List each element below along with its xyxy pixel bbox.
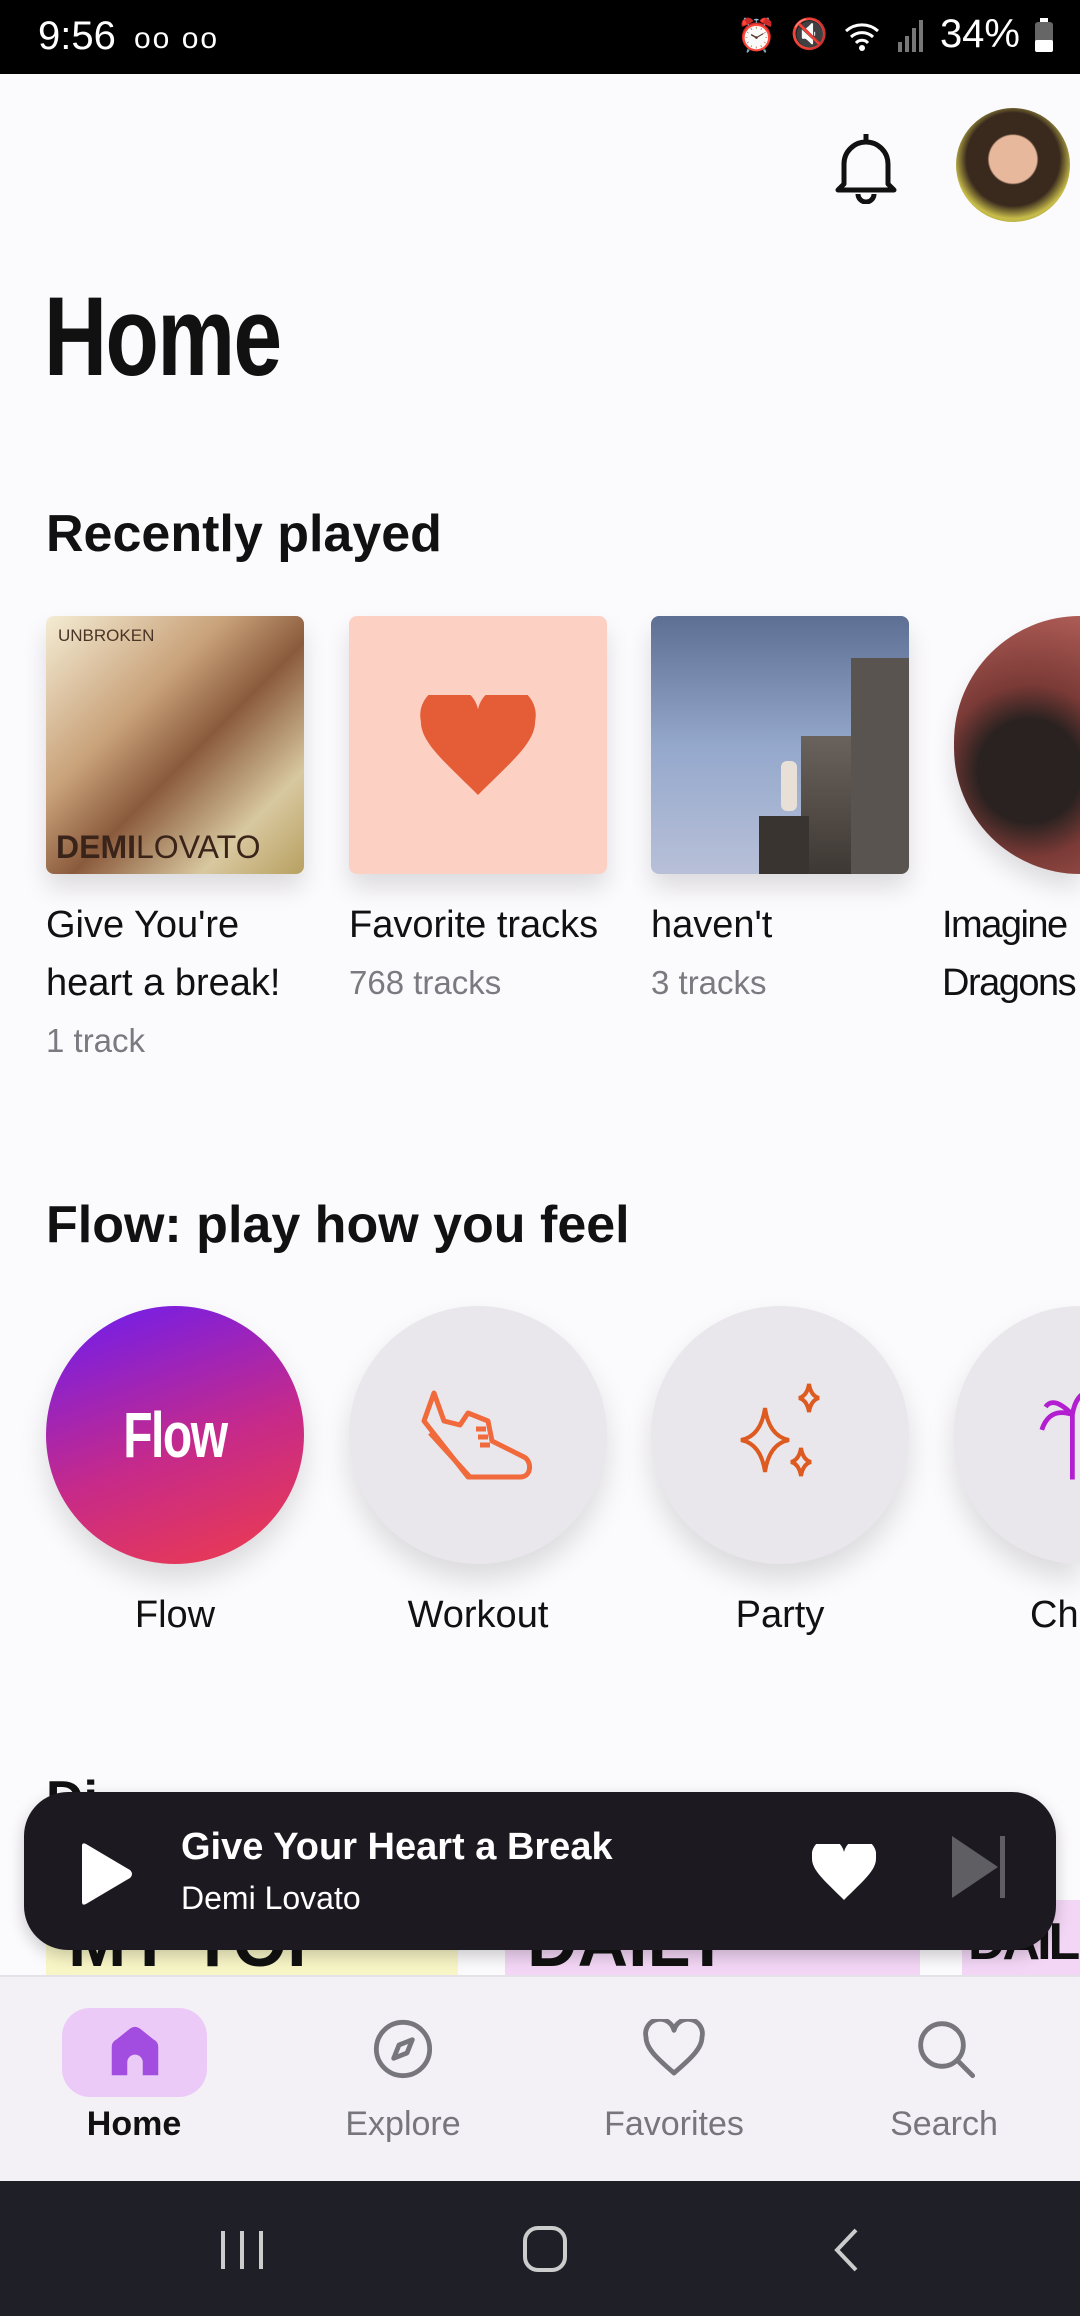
nav-label: Explore (345, 2105, 461, 2143)
mood-party[interactable]: Party (651, 1306, 909, 1637)
nav-label: Favorites (604, 2105, 744, 2143)
battery-percent: 34% (939, 12, 1020, 56)
status-bar: 9:56 oo oo ⏰ 🔇 34% (0, 0, 1080, 74)
voicemail-icon: oo oo (134, 22, 220, 55)
album-logo-artist: DEMILOVATO (56, 829, 261, 865)
avatar[interactable] (956, 108, 1070, 222)
system-nav-bar (0, 2181, 1080, 2316)
player-artist: Demi Lovato (181, 1880, 361, 1916)
mood-chill[interactable]: Ch (954, 1306, 1080, 1637)
card-title: haven't (651, 904, 773, 946)
favorite-heart-icon[interactable] (812, 1844, 876, 1900)
mood-circle (651, 1306, 909, 1564)
mood-label: Workout (407, 1594, 549, 1636)
mood-flow[interactable]: Flow Flow (46, 1306, 304, 1637)
mute-icon: 🔇 (790, 18, 828, 51)
wifi-icon (844, 22, 879, 51)
card-subtitle: 1 track (46, 1022, 146, 1059)
card-title: Favorite tracks (349, 904, 599, 946)
recent-apps-icon[interactable] (218, 2229, 268, 2271)
recent-card[interactable]: UNBROKEN DEMILOVATO Give You're heart a b… (46, 616, 304, 1070)
sparkles-icon (740, 1383, 820, 1477)
nav-label: Home (86, 2105, 182, 2143)
bottom-nav: Home Explore Favorites Search (0, 1975, 1080, 2181)
status-time: 9:56 (38, 14, 116, 58)
sneaker-icon (421, 1390, 532, 1480)
nav-favorites[interactable]: Favorites (564, 1977, 784, 2177)
nav-search[interactable]: Search (834, 1977, 1054, 2177)
card-subtitle: 3 tracks (651, 964, 767, 1001)
search-icon (918, 2021, 976, 2079)
compass-icon (373, 2019, 433, 2079)
recent-card[interactable]: haven't 3 tracks (651, 616, 909, 1012)
flow-circle: Flow (46, 1306, 304, 1564)
mood-circle (349, 1306, 607, 1564)
album-art: UNBROKEN DEMILOVATO (46, 616, 304, 874)
mood-label: Flow (134, 1594, 216, 1636)
nav-label: Search (890, 2105, 998, 2143)
artist-image (954, 616, 1080, 874)
mood-circle (954, 1306, 1080, 1564)
favorite-tracks-art (349, 616, 607, 874)
skip-next-icon[interactable] (950, 1834, 1010, 1900)
nav-home[interactable]: Home (24, 1977, 244, 2177)
mood-label: Ch (1030, 1594, 1079, 1636)
mood-workout[interactable]: Workout (349, 1306, 607, 1637)
mood-label: Party (735, 1594, 825, 1636)
section-heading-flow: Flow: play how you feel (46, 1196, 630, 1254)
nav-explore[interactable]: Explore (293, 1977, 513, 2177)
page-title: Home (44, 274, 282, 399)
home-button-icon[interactable] (522, 2225, 568, 2273)
bell-icon[interactable] (830, 128, 902, 204)
flow-logo: Flow (123, 1399, 228, 1471)
play-icon[interactable] (78, 1842, 134, 1906)
heart-outline-icon (643, 2019, 705, 2076)
album-logo-text: UNBROKEN (58, 626, 155, 645)
alarm-icon: ⏰ (736, 16, 777, 53)
home-icon (111, 2026, 159, 2076)
back-icon[interactable] (832, 2227, 862, 2273)
battery-icon (1035, 17, 1053, 52)
card-title: Give You're heart a break! (46, 904, 281, 1004)
palm-tree-icon (1039, 1393, 1080, 1480)
player-title: Give Your Heart a Break (181, 1826, 613, 1868)
section-heading-recently-played: Recently played (46, 505, 442, 563)
heart-icon (420, 695, 536, 795)
recent-card[interactable] (954, 616, 1080, 874)
card-subtitle: 768 tracks (349, 964, 502, 1001)
album-art (651, 616, 909, 874)
mini-player[interactable]: Give Your Heart a Break Demi Lovato (24, 1792, 1056, 1950)
card-title: Imagine Dragons (942, 904, 1077, 1004)
signal-icon (897, 19, 923, 52)
status-icons: ⏰ 🔇 34% (737, 12, 1054, 57)
recent-card[interactable]: Favorite tracks 768 tracks (349, 616, 607, 1012)
